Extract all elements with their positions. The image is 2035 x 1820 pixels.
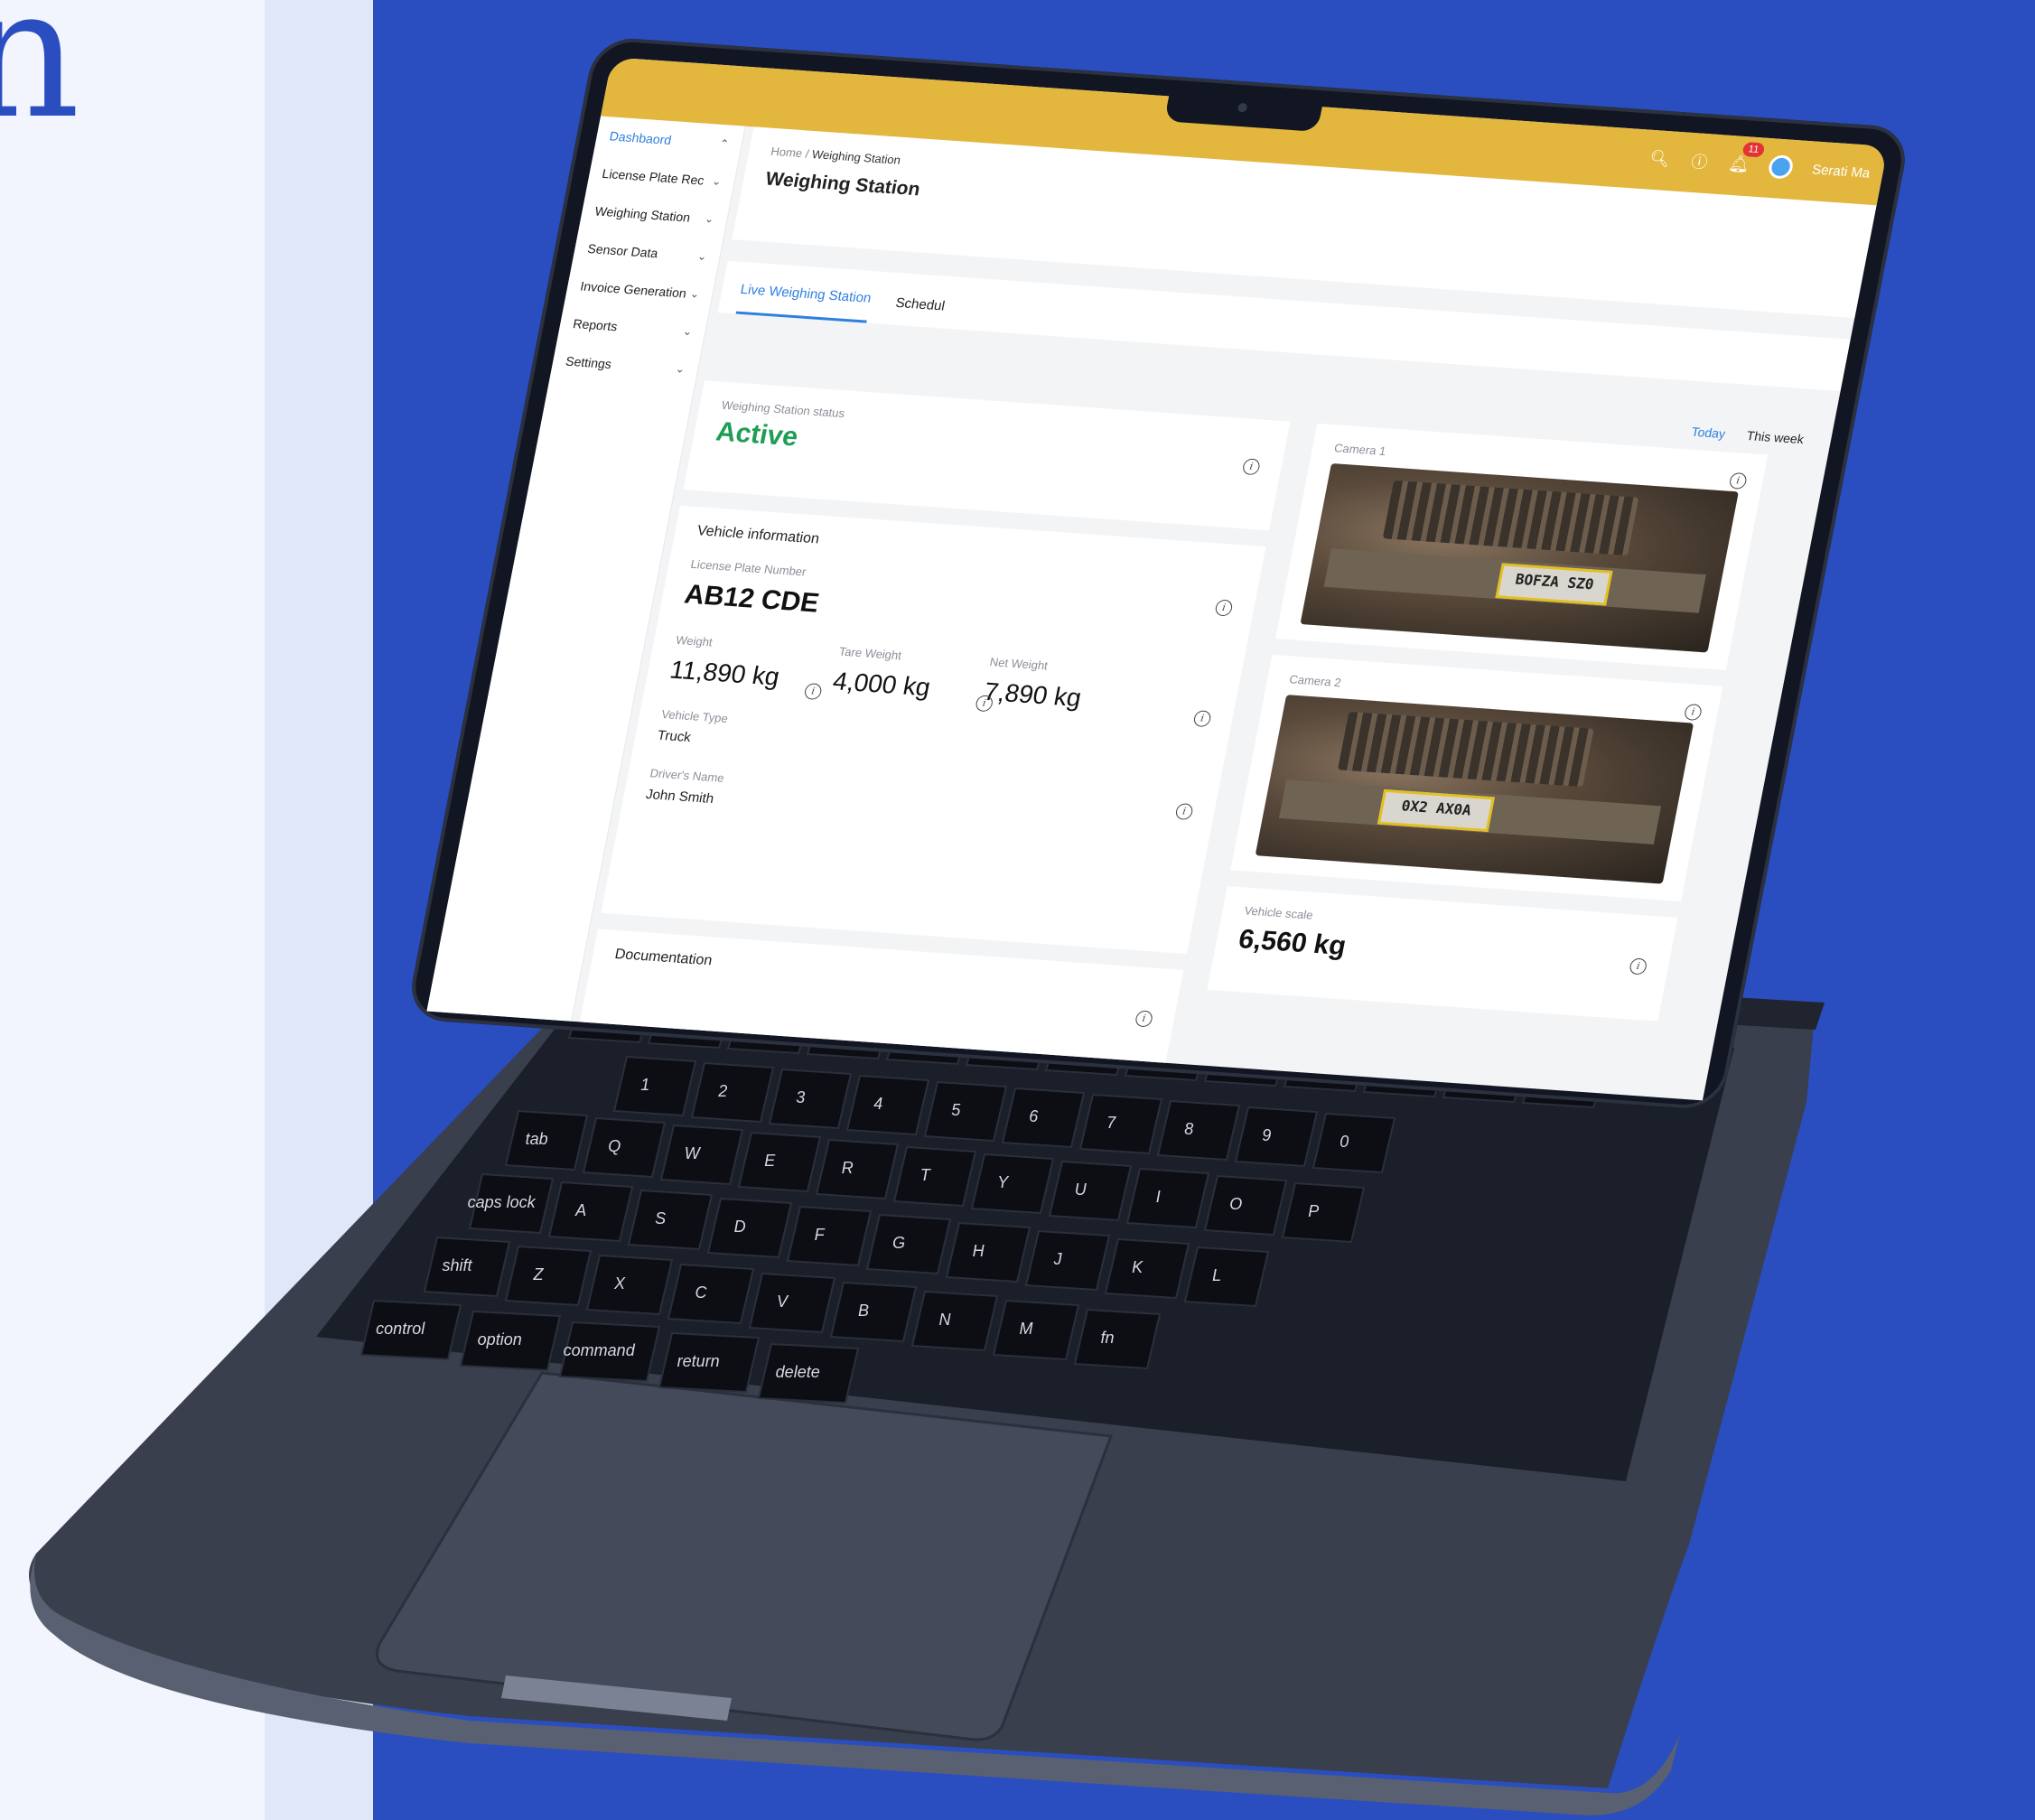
tare-label: Tare Weight <box>837 644 903 663</box>
notification-badge: 11 <box>1741 141 1766 158</box>
weight-label: Weight <box>675 632 714 649</box>
camera-1-feed[interactable]: BOFZA SZ0 <box>1300 462 1739 653</box>
main-content: Home / Weighing Station Weighing Station… <box>571 126 1877 1101</box>
tare-weight-block: Tare Weight 4,000 kg <box>830 645 937 703</box>
net-weight-block: Net Weight 7,890 kg <box>981 655 1088 713</box>
sidebar-item-label: Reports <box>572 316 620 334</box>
left-column: Weighing Station status Active i Vehicle… <box>574 380 1291 1089</box>
camera-1-card: Camera 1 i BOFZA SZ0 <box>1275 423 1769 670</box>
bell-icon[interactable]: 🔔︎ 11 <box>1727 141 1766 174</box>
net-label: Net Weight <box>988 655 1050 673</box>
chevron-up-icon: ⌃ <box>718 136 730 151</box>
sidebar-item-label: Weighing Station <box>593 203 692 225</box>
weight-block: Weight 11,890 kg <box>667 633 787 692</box>
date-range-toggle: Today This week <box>1690 425 1805 447</box>
chevron-down-icon: ⌄ <box>696 249 708 264</box>
camera-2-card: Camera 2 i 0X2 AX0A <box>1230 654 1723 902</box>
laptop-screen: 🔍︎ ⓘ 🔔︎ 11 Serati Ma Dashbaord ⌃ License… <box>405 36 1912 1111</box>
help-icon[interactable]: ⓘ <box>1688 151 1712 172</box>
range-today[interactable]: Today <box>1690 425 1726 441</box>
info-icon[interactable]: i <box>1134 1010 1154 1028</box>
app-window: 🔍︎ ⓘ 🔔︎ 11 Serati Ma Dashbaord ⌃ License… <box>426 57 1889 1101</box>
range-this-week[interactable]: This week <box>1745 428 1805 446</box>
chevron-down-icon: ⌄ <box>704 211 715 226</box>
sidebar-item-label: Dashbaord <box>608 128 673 148</box>
background-left-panel <box>0 0 265 1820</box>
vehicle-info-card: Vehicle information License Plate Number… <box>601 505 1266 955</box>
breadcrumb-current: Weighing Station <box>810 147 902 167</box>
camera-2-feed[interactable]: 0X2 AX0A <box>1255 695 1694 884</box>
weight-value: 11,890 kg <box>667 655 782 691</box>
avatar[interactable] <box>1766 154 1795 180</box>
sidebar-item-label: Settings <box>564 353 613 371</box>
sidebar-item-label: License Plate Rec <box>601 165 705 188</box>
search-icon[interactable]: 🔍︎ <box>1648 148 1672 169</box>
background-strip <box>265 0 373 1820</box>
webcam-icon <box>1237 102 1248 113</box>
chevron-down-icon: ⌄ <box>674 362 686 376</box>
net-value: 7,890 kg <box>981 677 1084 713</box>
chevron-down-icon: ⌄ <box>711 174 723 188</box>
user-name[interactable]: Serati Ma <box>1811 162 1872 181</box>
sidebar-item-label: Invoice Generation <box>579 278 688 301</box>
station-status-card: Weighing Station status Active i <box>683 380 1291 531</box>
sidebar-item-label: Sensor Data <box>586 241 659 261</box>
weights-row: Weight 11,890 kg Tare Weight 4,000 kg Ne… <box>667 633 1219 722</box>
cut-heading-glyph: n <box>0 0 80 159</box>
breadcrumb-home[interactable]: Home <box>770 145 803 160</box>
truck-grille <box>1338 712 1594 788</box>
vehicle-scale-card: Vehicle scale 6,560 kg i <box>1207 886 1678 1022</box>
breadcrumb-separator: / <box>804 146 810 161</box>
tare-value: 4,000 kg <box>830 667 933 702</box>
chevron-down-icon: ⌄ <box>688 287 701 301</box>
tab-schedule[interactable]: Schedul <box>891 295 946 328</box>
chevron-down-icon: ⌄ <box>681 324 694 339</box>
right-column: Camera 1 i BOFZA SZ0 Camera 2 i 0X2 AX0A <box>1204 423 1769 1038</box>
documentation-heading: Documentation <box>613 947 714 969</box>
truck-grille <box>1382 481 1638 556</box>
tab-live-weighing-station[interactable]: Live Weighing Station <box>735 281 873 323</box>
